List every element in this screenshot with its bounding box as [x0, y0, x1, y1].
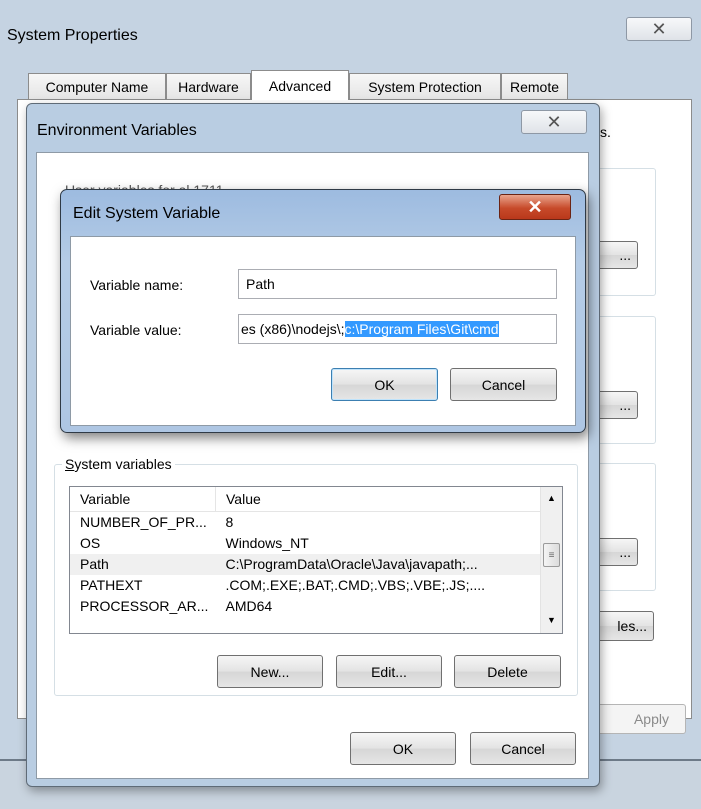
scroll-thumb[interactable]: ≡ — [543, 543, 560, 567]
tab-remote[interactable]: Remote — [501, 73, 568, 100]
row-variable-value: C:\ProgramData\Oracle\Java\javapath;... — [225, 556, 478, 572]
list-header[interactable]: Variable Value — [70, 487, 540, 512]
scroll-up-arrow-icon[interactable]: ▲ — [547, 493, 556, 503]
row-variable-value: AMD64 — [225, 598, 273, 614]
env-ok-button[interactable]: OK — [350, 732, 456, 765]
column-header-variable[interactable]: Variable — [70, 487, 216, 512]
variable-value-label: Variable value: — [90, 322, 182, 338]
row-variable-name: PATHEXT — [80, 577, 143, 593]
close-icon: ✕ — [527, 196, 543, 217]
row-variable-name: Path — [80, 556, 109, 572]
tab-computer-name[interactable]: Computer Name — [28, 73, 166, 100]
apply-button[interactable]: Apply — [596, 704, 686, 734]
vertical-scrollbar[interactable]: ▲ ≡ ▼ — [540, 487, 562, 633]
variable-name-field[interactable]: Path — [238, 269, 557, 299]
new-system-variable-button[interactable]: New... — [217, 655, 323, 688]
delete-system-variable-button[interactable]: Delete — [454, 655, 561, 688]
scroll-grip-icon: ≡ — [548, 549, 555, 561]
system-variables-label: System variables — [62, 456, 175, 472]
system-variables-table: Variable Value NUMBER_OF_PR... 8 OS Wind… — [70, 487, 540, 617]
system-variables-label-rest: ystem variables — [74, 456, 172, 472]
close-icon: ✕ — [651, 18, 667, 39]
scroll-down-arrow-icon[interactable]: ▼ — [547, 615, 556, 625]
system-properties-title: System Properties — [7, 27, 138, 44]
system-variables-list[interactable]: Variable Value NUMBER_OF_PR... 8 OS Wind… — [69, 486, 563, 634]
tab-system-protection[interactable]: System Protection — [349, 73, 501, 100]
table-row[interactable]: PATHEXT .COM;.EXE;.BAT;.CMD;.VBS;.VBE;.J… — [70, 575, 540, 596]
table-row[interactable]: PROCESSOR_AR... AMD64 — [70, 596, 540, 617]
variable-value-selected-text: c:\Program Files\Git\cmd — [344, 321, 499, 337]
edit-dialog-title: Edit System Variable — [73, 205, 221, 222]
variable-value-text: es (x86)\nodejs\; — [241, 321, 345, 337]
edit-ok-button[interactable]: OK — [331, 368, 438, 401]
row-variable-name: NUMBER_OF_PR... — [80, 514, 207, 530]
column-header-value[interactable]: Value — [215, 487, 540, 512]
table-row[interactable]: NUMBER_OF_PR... 8 — [70, 511, 540, 533]
table-row-selected[interactable]: Path C:\ProgramData\Oracle\Java\javapath… — [70, 553, 540, 575]
table-row[interactable]: OS Windows_NT — [70, 533, 540, 554]
row-variable-value: Windows_NT — [225, 535, 309, 551]
row-variable-name: OS — [80, 535, 101, 551]
env-cancel-button[interactable]: Cancel — [470, 732, 576, 765]
variable-name-label: Variable name: — [90, 277, 184, 293]
edit-system-variable-button[interactable]: Edit... — [336, 655, 442, 688]
close-icon: ✕ — [546, 111, 562, 132]
edit-cancel-button[interactable]: Cancel — [450, 368, 557, 401]
tab-hardware[interactable]: Hardware — [166, 73, 251, 100]
environment-variables-close-button[interactable]: ✕ — [521, 110, 587, 134]
admin-hint-text: s. — [600, 124, 611, 140]
edit-system-variable-dialog: Edit System Variable ✕ Variable name: Pa… — [60, 189, 586, 433]
variable-value-field[interactable]: es (x86)\nodejs\; c:\Program Files\Git\cm… — [238, 314, 557, 344]
environment-variables-title: Environment Variables — [37, 122, 197, 139]
system-properties-close-button[interactable]: ✕ — [626, 17, 692, 41]
system-variables-label-s: S — [65, 456, 75, 472]
tab-advanced[interactable]: Advanced — [251, 70, 349, 100]
row-variable-value: .COM;.EXE;.BAT;.CMD;.VBS;.VBE;.JS;.... — [225, 577, 486, 593]
row-variable-name: PROCESSOR_AR... — [80, 598, 209, 614]
row-variable-value: 8 — [225, 514, 234, 530]
variable-name-text: Path — [246, 276, 275, 292]
edit-dialog-close-button[interactable]: ✕ — [499, 194, 571, 220]
